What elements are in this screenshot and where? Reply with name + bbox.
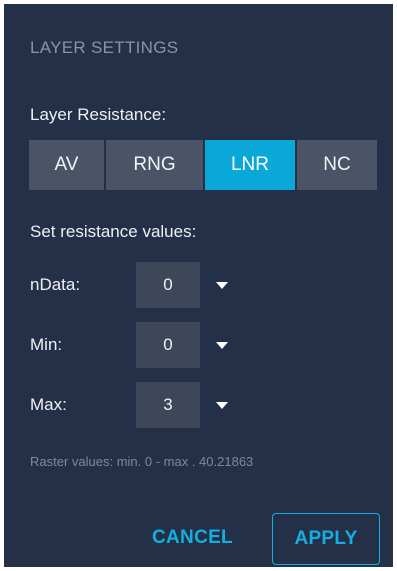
layer-resistance-label: Layer Resistance: <box>30 105 167 124</box>
min-field-row: Min: 0 <box>30 322 228 368</box>
ndata-value-select[interactable]: 0 <box>136 262 200 308</box>
resistance-option-rng[interactable]: RNG <box>106 140 203 190</box>
resistance-values-label: Set resistance values: <box>30 222 197 241</box>
max-value-select[interactable]: 3 <box>136 382 200 428</box>
caret-down-icon[interactable] <box>216 401 228 409</box>
cancel-button[interactable]: CANCEL <box>152 527 233 549</box>
apply-button[interactable]: APPLY <box>272 513 380 565</box>
min-label: Min: <box>30 335 63 354</box>
caret-down-icon[interactable] <box>216 341 228 349</box>
caret-down-icon[interactable] <box>216 281 228 289</box>
layer-settings-dialog: LAYER SETTINGS Layer Resistance: AV RNG … <box>4 4 393 567</box>
resistance-option-nc[interactable]: NC <box>297 140 377 190</box>
max-label: Max: <box>30 395 67 414</box>
layer-resistance-selector: AV RNG LNR NC <box>29 140 377 190</box>
ndata-label: nData: <box>30 275 81 294</box>
min-value-select[interactable]: 0 <box>136 322 200 368</box>
ndata-field-row: nData: 0 <box>30 262 228 308</box>
dialog-title: LAYER SETTINGS <box>30 38 179 57</box>
raster-values-info: Raster values: min. 0 - max . 40.21863 <box>30 454 254 469</box>
resistance-option-lnr[interactable]: LNR <box>205 140 295 190</box>
resistance-option-av[interactable]: AV <box>29 140 104 190</box>
max-field-row: Max: 3 <box>30 382 228 428</box>
